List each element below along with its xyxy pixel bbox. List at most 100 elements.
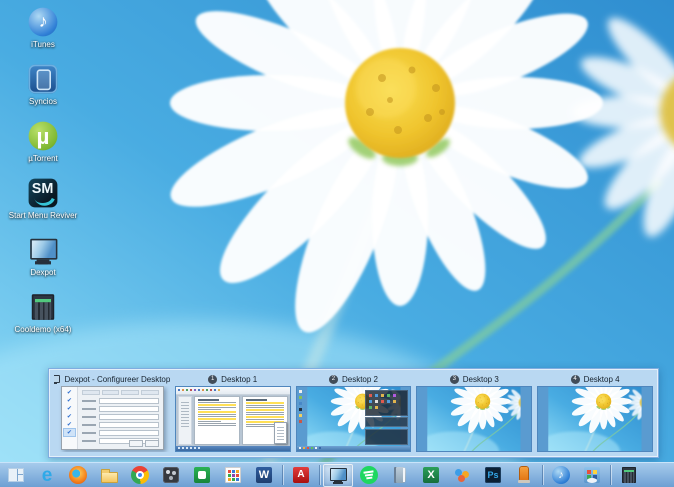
- desktop-icon-start-menu-reviver[interactable]: SM Start Menu Reviver: [0, 175, 86, 232]
- taskbar-rack-monitor[interactable]: [614, 464, 644, 487]
- desktop-icon-label: Cooldemo (x64): [14, 325, 72, 334]
- itunes-icon: ♪: [551, 465, 571, 485]
- taskbar-divider: [542, 465, 543, 485]
- taskbar-itunes[interactable]: ♪: [546, 464, 576, 487]
- orange-tool-icon: [514, 465, 534, 485]
- desktop-icon-cooldemo[interactable]: Cooldemo (x64): [0, 289, 86, 346]
- taskbar-chrome[interactable]: [125, 464, 155, 487]
- preview-title-row: 1 Desktop 1: [175, 372, 291, 386]
- syncios-icon: [27, 63, 59, 95]
- preview-title-row: 3 Desktop 3: [416, 372, 532, 386]
- taskbar-start[interactable]: [1, 464, 31, 487]
- taskbar-notebook-app[interactable]: [385, 464, 415, 487]
- dexpot-settings-dialog-thumb: ✔ ✔ ✔ ✔ ✔ ✔: [60, 386, 165, 450]
- dexpot-desktop-preview-panel: Dexpot - Configureer Desktops ✔ ✔ ✔ ✔ ✔ ✔ 1 Desk…: [48, 368, 659, 458]
- taskbar-icon-grid-app[interactable]: [218, 464, 248, 487]
- photo-viewer-icon: [161, 465, 181, 485]
- cooldemo-icon: [27, 291, 59, 323]
- taskbar-word[interactable]: W: [249, 464, 279, 487]
- preview-title-row: Dexpot - Configureer Desktops: [54, 372, 170, 386]
- preview-title-row: 2 Desktop 2: [296, 372, 412, 386]
- desktop-icon-label: Syncios: [28, 97, 57, 106]
- preview-thumbnail[interactable]: ✔ ✔ ✔ ✔ ✔ ✔: [54, 386, 170, 452]
- dialog-form: [78, 387, 163, 449]
- preview-thumbnail[interactable]: [537, 386, 653, 452]
- mini-window-2: [365, 428, 409, 445]
- video-app-icon: [192, 465, 212, 485]
- preview-desktop-2[interactable]: 2 Desktop 2: [295, 372, 412, 452]
- color-dots-app-icon: [452, 465, 472, 485]
- mini-wallpaper: [417, 387, 531, 451]
- dialog-toolbar: [81, 390, 159, 395]
- taskbar-photoshop[interactable]: Ps: [478, 464, 508, 487]
- desktop-number-badge: 1: [208, 374, 218, 384]
- desktop-icon-dexpot[interactable]: Dexpot: [0, 232, 86, 289]
- word-icon: W: [254, 465, 274, 485]
- taskbar-divider: [319, 465, 320, 485]
- mini-wallpaper: [538, 387, 652, 451]
- firefox-icon: [68, 465, 88, 485]
- desktop-number-badge: 3: [449, 374, 459, 384]
- start-menu-reviver-icon: SM: [27, 177, 59, 209]
- chrome-icon: [130, 465, 150, 485]
- desktop-icon-label: µTorrent: [28, 154, 58, 163]
- preview-desktop-1[interactable]: 1 Desktop 1: [174, 372, 291, 452]
- adobe-reader-icon: A: [291, 465, 311, 485]
- window-icon: [54, 374, 61, 384]
- itunes-icon: ♪: [27, 6, 59, 38]
- taskbar[interactable]: e W A X Ps ♪: [0, 462, 674, 487]
- desktop-icon-label: Dexpot: [30, 268, 56, 277]
- taskbar-divider: [282, 465, 283, 485]
- preview-title: Desktop 3: [462, 374, 499, 384]
- word-context-menu: [273, 422, 287, 444]
- file-explorer-icon: [99, 465, 119, 485]
- preview-thumbnail[interactable]: [174, 386, 291, 452]
- desktop-icon-syncios[interactable]: Syncios: [0, 61, 86, 118]
- word-page: [193, 396, 240, 445]
- taskbar-adobe-reader[interactable]: A: [286, 464, 316, 487]
- preview-desktop-3[interactable]: 3 Desktop 3: [416, 372, 533, 452]
- word-taskbar-strip: [175, 446, 290, 451]
- taskbar-video-app[interactable]: [187, 464, 217, 487]
- taskbar-device-sync-app[interactable]: [577, 464, 607, 487]
- rack-monitor-icon: [619, 465, 639, 485]
- utorrent-icon: µ: [27, 120, 59, 152]
- mini-desktop-icons: [298, 390, 303, 430]
- preview-dexpot-window[interactable]: Dexpot - Configureer Desktops ✔ ✔ ✔ ✔ ✔ ✔: [54, 372, 170, 452]
- taskbar-excel[interactable]: X: [416, 464, 446, 487]
- taskbar-dexpot[interactable]: [323, 463, 353, 487]
- preview-title: Dexpot - Configureer Desktops: [64, 374, 170, 384]
- preview-title: Desktop 2: [341, 374, 378, 384]
- word-nav-pane: [177, 396, 192, 445]
- ok-button: [129, 440, 144, 447]
- mini-icon-grid-window: [365, 390, 409, 416]
- preview-thumbnail[interactable]: [295, 386, 412, 452]
- taskbar-photo-viewer[interactable]: [156, 464, 186, 487]
- taskbar-internet-explorer[interactable]: e: [32, 464, 62, 487]
- internet-explorer-icon: e: [41, 464, 53, 486]
- device-sync-app-icon: [582, 465, 602, 485]
- taskbar-file-explorer[interactable]: [94, 464, 124, 487]
- word-window-thumb: [175, 387, 290, 451]
- desktop-icon-utorrent[interactable]: µ µTorrent: [0, 118, 86, 175]
- cancel-button: [145, 440, 160, 447]
- mini-taskbar-strip: [296, 446, 411, 451]
- desktop-icon-itunes[interactable]: ♪ iTunes: [0, 4, 86, 61]
- dexpot-icon: [328, 465, 348, 485]
- desktop-icon-list: ♪ iTunes Syncios µ µTorrent SM Start Menu Revi…: [0, 4, 86, 346]
- dialog-buttons: [129, 440, 160, 447]
- dexpot-icon: [27, 234, 59, 266]
- word-toolbar: [175, 387, 290, 395]
- icon-grid-app-icon: [223, 465, 243, 485]
- notebook-app-icon: [390, 465, 410, 485]
- preview-desktop-4[interactable]: 4 Desktop 4: [537, 372, 653, 452]
- taskbar-color-dots-app[interactable]: [447, 464, 477, 487]
- taskbar-firefox[interactable]: [63, 464, 93, 487]
- taskbar-orange-tool[interactable]: [509, 464, 539, 487]
- desktop-number-badge: 2: [328, 374, 338, 384]
- start-icon: [6, 465, 26, 485]
- taskbar-spotify[interactable]: [354, 464, 384, 487]
- preview-title: Desktop 1: [221, 374, 258, 384]
- mini-window-1: [365, 417, 409, 428]
- preview-thumbnail[interactable]: [416, 386, 533, 452]
